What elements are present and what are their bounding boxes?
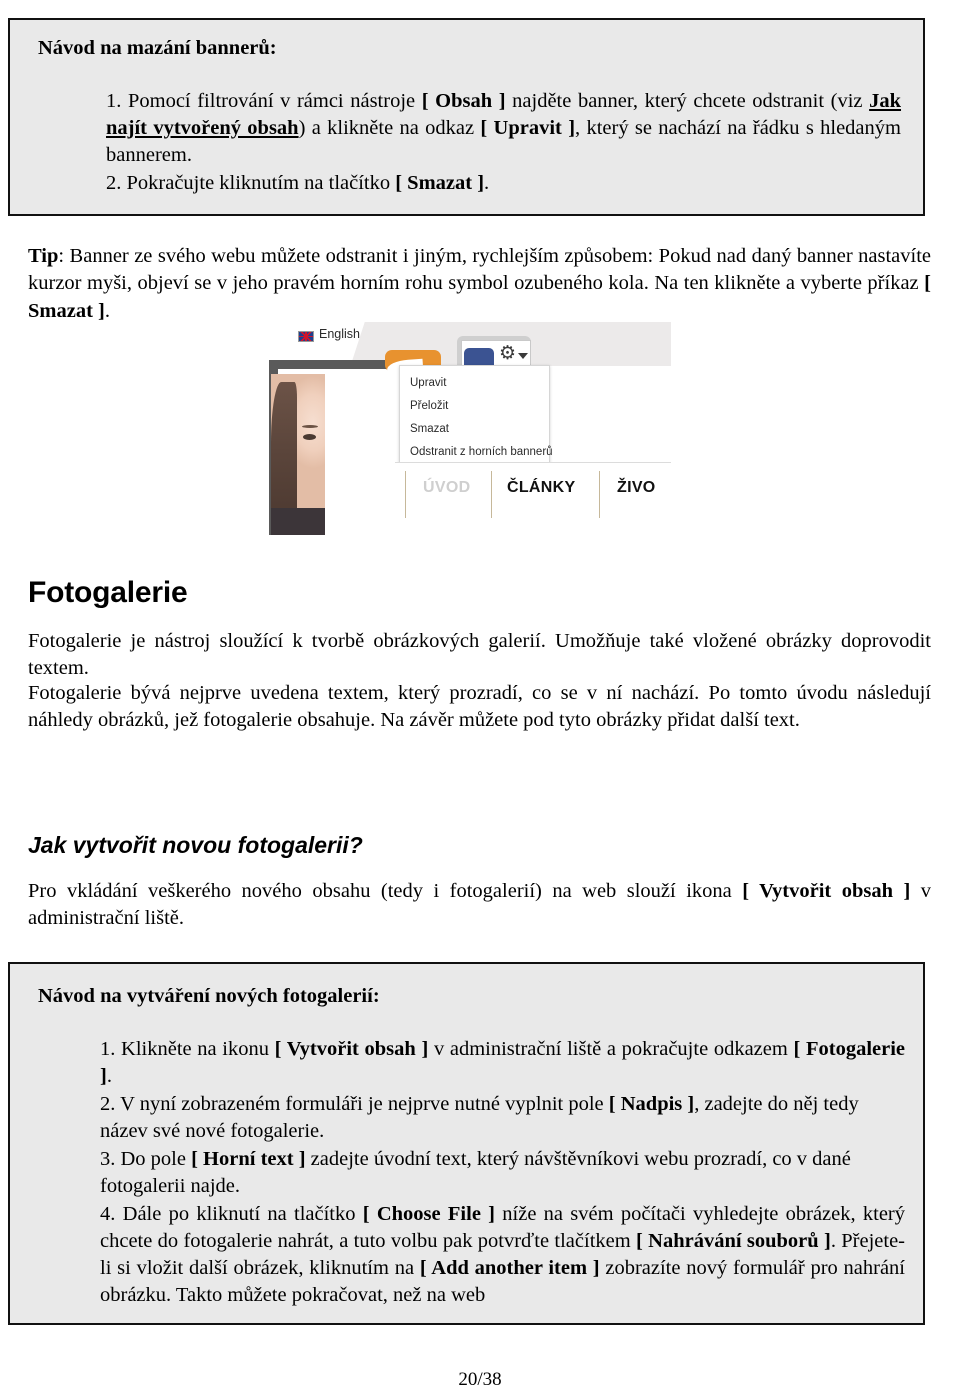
embedded-screenshot-figure: English ⚙ Upravit Přeložit Smazat Odstra… — [265, 322, 671, 535]
banner-photo-eye — [303, 434, 316, 440]
tip-paragraph: Tip: Banner ze svého webu můžete odstran… — [28, 243, 931, 325]
text-run: Do pole — [120, 1147, 192, 1170]
callout-bottom-list: 1. Klikněte na ikonu [ Vytvořit obsah ] … — [38, 1036, 905, 1309]
list-item-text: Do pole [ Horní text ] zadejte úvodní te… — [100, 1148, 851, 1197]
callout-box-create-galleries: Návod na vytváření nových fotogalerií: 1… — [8, 962, 925, 1325]
nav-separator — [491, 471, 492, 518]
list-item: 1. Klikněte na ikonu [ Vytvořit obsah ] … — [100, 1036, 905, 1090]
emphasis-bold: [ Nahrávání souborů ] — [636, 1229, 831, 1252]
gear-icon[interactable]: ⚙ — [499, 344, 519, 364]
text-run: ) a klikněte na odkaz — [298, 116, 481, 139]
context-menu-item-smazat[interactable]: Smazat — [400, 418, 549, 441]
list-item-number: 2. — [100, 1092, 116, 1115]
callout-top-list: 1. Pomocí filtrování v rámci nástroje [ … — [38, 88, 901, 197]
list-item-number: 1. — [100, 1037, 116, 1060]
text-run: . — [484, 171, 490, 194]
emphasis-bold: Tip — [28, 245, 59, 267]
callout-box-delete-banners: Návod na mazání bannerů: 1. Pomocí filtr… — [8, 18, 925, 216]
list-item: 3. Do pole [ Horní text ] zadejte úvodní… — [100, 1146, 905, 1200]
jak-vytvorit-paragraph: Pro vkládání veškerého nového obsahu (te… — [28, 878, 931, 933]
fotogalerie-paragraph-1: Fotogalerie je nástroj sloužící k tvorbě… — [28, 630, 931, 680]
list-item: 1. Pomocí filtrování v rámci nástroje [ … — [106, 88, 901, 169]
callout-title: Návod na mazání bannerů: — [38, 37, 277, 59]
emphasis-bold: [ Add another item ] — [419, 1257, 600, 1279]
chevron-down-icon[interactable] — [518, 353, 528, 359]
list-item-text: V nyní zobrazeném formuláři je nejprve n… — [100, 1093, 859, 1142]
emphasis-bold: [ Obsah ] — [421, 89, 506, 112]
text-run: najděte banner, který chcete odstranit (… — [505, 89, 870, 112]
language-switcher-label[interactable]: English — [319, 327, 360, 341]
text-run: Pro vkládání veškerého nového obsahu (te… — [28, 880, 743, 902]
text-run: . — [106, 1064, 112, 1087]
nav-item-zivot[interactable]: ŽIVO — [617, 479, 656, 497]
page-title-fotogalerie: Fotogalerie — [28, 576, 188, 609]
page-number: 20/38 — [458, 1369, 502, 1390]
list-item-number: 4. — [100, 1202, 116, 1225]
text-run: Klikněte na ikonu — [121, 1037, 275, 1060]
list-item: 2. Pokračujte kliknutím na tlačítko [ Sm… — [106, 170, 901, 197]
emphasis-bold: [ Horní text ] — [191, 1147, 306, 1170]
list-item-text: Klikněte na ikonu [ Vytvořit obsah ] v a… — [100, 1038, 905, 1087]
callout-title: Návod na vytváření nových fotogalerií: — [38, 985, 380, 1007]
emphasis-bold: [ Vytvořit obsah ] — [274, 1037, 429, 1060]
context-menu-item-upravit[interactable]: Upravit — [400, 372, 549, 395]
list-item: 4. Dále po kliknutí na tlačítko [ Choose… — [100, 1201, 905, 1309]
emphasis-bold: [ Vytvořit obsah ] — [742, 880, 911, 902]
fotogalerie-paragraph-2: Fotogalerie bývá nejprve uvedena textem,… — [28, 682, 931, 732]
emphasis-bold: [ Choose File ] — [362, 1202, 496, 1225]
site-navigation-bar: ÚVOD ČLÁNKY ŽIVO — [395, 462, 671, 535]
text-run: Dále po kliknutí na tlačítko — [122, 1202, 363, 1225]
text-run: V nyní zobrazeném formuláři je nejprve n… — [120, 1092, 609, 1115]
text-run: Pokračujte kliknutím na tlačítko — [126, 171, 396, 194]
text-run: v administrační liště a pokračujte odkaz… — [428, 1037, 794, 1060]
nav-item-uvod[interactable]: ÚVOD — [423, 479, 470, 497]
section-heading-jak-vytvorit: Jak vytvořit novou fotogalerii? — [28, 832, 363, 858]
banner-photo-eyebrow — [302, 425, 318, 428]
nav-separator — [599, 471, 600, 518]
text-run: . — [104, 299, 110, 322]
text-run: Pomocí filtrování v rámci nástroje — [127, 89, 422, 112]
banner-photo-shoulder — [271, 508, 325, 535]
list-item-text: Pomocí filtrování v rámci nástroje [ Obs… — [106, 90, 901, 166]
emphasis-bold: [ Smazat ] — [395, 171, 485, 194]
uk-flag-icon — [298, 331, 314, 342]
list-item-text: Pokračujte kliknutím na tlačítko [ Smaza… — [127, 172, 490, 194]
emphasis-bold: [ Nadpis ] — [608, 1092, 695, 1115]
document-page: Návod na mazání bannerů: 1. Pomocí filtr… — [0, 0, 960, 1399]
list-item-number: 1. — [106, 89, 122, 112]
nav-item-clanky[interactable]: ČLÁNKY — [507, 479, 575, 497]
list-item-number: 3. — [100, 1147, 116, 1170]
nav-separator — [405, 471, 406, 518]
context-menu-item-prelozit[interactable]: Přeložit — [400, 395, 549, 418]
list-item-number: 2. — [106, 171, 122, 194]
emphasis-bold: [ Upravit ] — [480, 116, 576, 139]
list-item-text: Dále po kliknutí na tlačítko [ Choose Fi… — [100, 1203, 905, 1306]
text-run: : Banner ze svého webu můžete odstranit … — [28, 245, 931, 295]
context-menu-item-odstranit-z-hornich-banneru[interactable]: Odstranit z horních bannerů — [400, 441, 553, 464]
list-item: 2. V nyní zobrazeném formuláři je nejprv… — [100, 1091, 905, 1145]
